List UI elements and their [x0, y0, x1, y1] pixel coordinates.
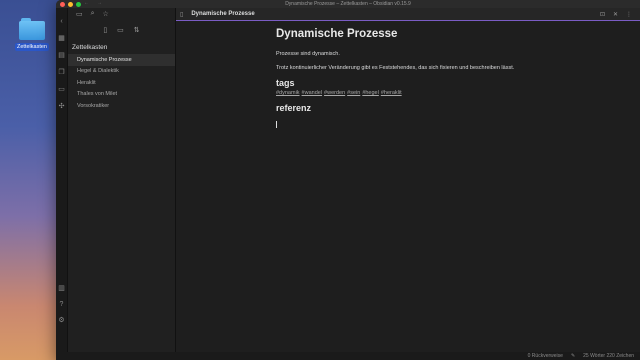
desktop-folder-label: Zettelkasten	[15, 43, 49, 51]
note-editor[interactable]: Dynamische Prozesse Prozesse sind dynami…	[276, 28, 536, 133]
tag-link[interactable]: #werden	[324, 90, 345, 96]
help-icon[interactable]: ?	[58, 301, 65, 308]
file-item[interactable]: Vorsokratiker	[68, 100, 175, 112]
note-paragraph: Prozesse sind dynamisch.	[276, 51, 340, 57]
obsidian-window: ← → Dynamische Prozesse – Zettelkasten –…	[56, 0, 640, 360]
canvas-icon[interactable]: ▭	[58, 86, 65, 93]
backlinks-count[interactable]: 0 Rückverweise	[528, 353, 563, 359]
new-note-icon[interactable]: ▯	[103, 26, 107, 39]
file-icon: ▯	[180, 11, 184, 18]
calendar-icon[interactable]: ▤	[58, 52, 65, 59]
search-icon[interactable]: ⌕	[91, 10, 95, 18]
settings-gear-icon[interactable]: ⚙	[58, 317, 65, 324]
templates-icon[interactable]: ❐	[58, 69, 65, 76]
tag-link[interactable]: #sein	[347, 90, 360, 96]
minimize-window-button[interactable]	[68, 1, 73, 7]
vault-switcher-icon[interactable]: ▥	[58, 285, 65, 292]
note-paragraph: Trotz kontinuierlicher Veränderung gibt …	[276, 64, 515, 71]
tag-link[interactable]: #wandel	[302, 90, 323, 96]
file-explorer-folder-icon[interactable]: ▭	[76, 10, 83, 18]
close-window-button[interactable]	[60, 1, 65, 7]
tag-link[interactable]: #dynamik	[276, 90, 300, 96]
collapse-sidebar-icon[interactable]: ‹	[58, 18, 65, 25]
reading-view-icon[interactable]: ⊡	[600, 11, 605, 18]
file-item[interactable]: Thales von Milet	[68, 89, 175, 101]
editor-pane: ▯ Dynamische Prozesse ⊡ ✕ ⋮ Dynamische P…	[176, 8, 640, 352]
star-icon[interactable]: ☆	[103, 10, 109, 18]
text-cursor	[276, 121, 277, 128]
file-item[interactable]: Dynamische Prozesse	[68, 54, 175, 66]
tab-bar: ▯ Dynamische Prozesse ⊡ ✕ ⋮	[176, 8, 640, 21]
note-title: Dynamische Prozesse	[276, 28, 398, 40]
ribbon: ‹ ▦ ▤ ❐ ▭ ✣ ▥ ? ⚙	[56, 8, 68, 352]
referenz-heading: referenz	[276, 103, 312, 113]
tag-link[interactable]: #heraklit	[381, 90, 402, 96]
sort-icon[interactable]: ⇅	[134, 26, 140, 39]
tags-heading: tags	[276, 78, 295, 88]
more-options-icon[interactable]: ⋮	[626, 11, 632, 18]
tag-list: #dynamik #wandel #werden #sein #hegel #h…	[276, 90, 536, 96]
status-bar: 0 Rückverweise ✎ 25 Wörter 220 Zeichen	[56, 352, 640, 360]
graph-view-icon[interactable]: ▦	[58, 35, 65, 42]
maximize-window-button[interactable]	[76, 1, 81, 7]
title-bar: ← → Dynamische Prozesse – Zettelkasten –…	[56, 0, 640, 8]
community-plugins-icon[interactable]: ✣	[58, 103, 65, 110]
word-char-count: 25 Wörter 220 Zeichen	[583, 353, 634, 359]
file-item[interactable]: Hegel & Dialektik	[68, 66, 175, 78]
close-tab-icon[interactable]: ✕	[613, 11, 618, 18]
vault-name[interactable]: Zettelkasten	[68, 44, 175, 51]
window-title: Dynamische Prozesse – Zettelkasten – Obs…	[285, 1, 411, 7]
folder-icon	[19, 18, 45, 40]
tag-link[interactable]: #hegel	[362, 90, 379, 96]
back-arrow-icon[interactable]: ←	[84, 0, 89, 6]
window-controls	[60, 1, 81, 7]
tab-title[interactable]: Dynamische Prozesse	[191, 11, 254, 17]
file-item[interactable]: Heraklit	[68, 77, 175, 89]
desktop-folder[interactable]: Zettelkasten	[14, 18, 50, 51]
forward-arrow-icon[interactable]: →	[97, 0, 102, 6]
new-folder-icon[interactable]: ▭	[117, 26, 124, 39]
file-explorer-sidebar: ▭ ⌕ ☆ ▯ ▭ ⇅ Zettelkasten Dynamische Proz…	[68, 8, 176, 352]
edit-icon[interactable]: ✎	[571, 353, 575, 359]
